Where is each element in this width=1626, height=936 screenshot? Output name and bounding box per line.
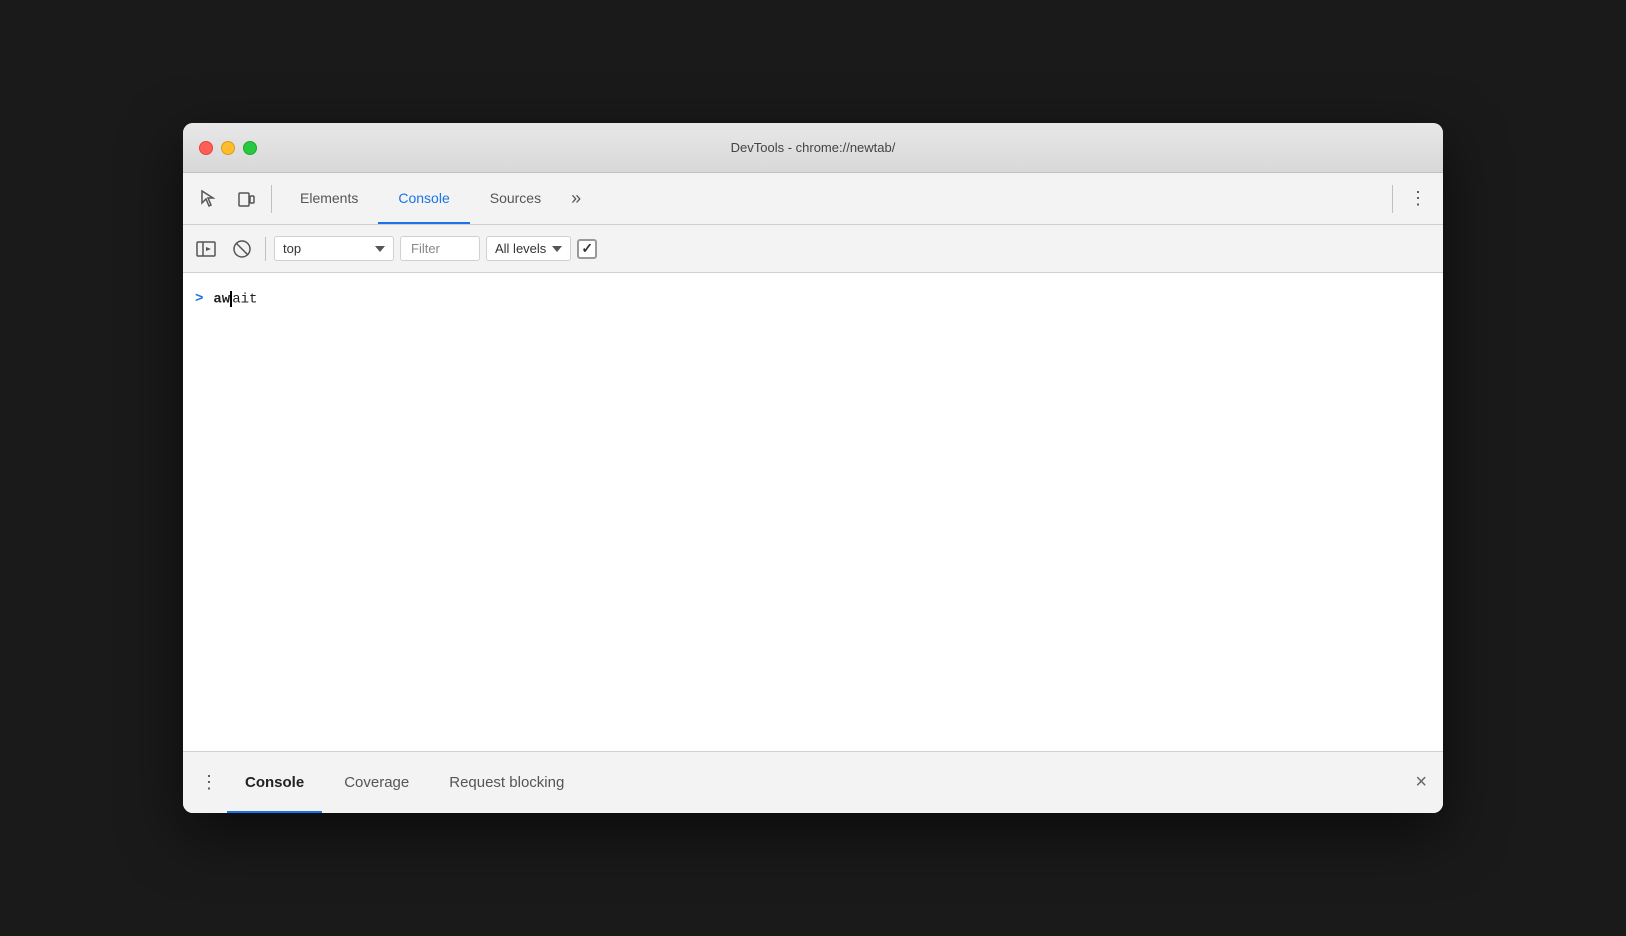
close-button[interactable] [199, 141, 213, 155]
console-text-bold: aw [213, 291, 230, 307]
bottom-panel: ⋮ Console Coverage Request blocking × [183, 751, 1443, 813]
chevron-down-icon [375, 246, 385, 252]
minimize-button[interactable] [221, 141, 235, 155]
console-input-line[interactable]: > await [183, 281, 1443, 317]
devtools-menu-button[interactable]: ⋮ [1401, 182, 1435, 216]
sidebar-toggle-button[interactable] [191, 234, 221, 264]
console-text-normal: ait [232, 291, 257, 307]
device-toolbar-button[interactable] [229, 182, 263, 216]
devtools-window: DevTools - chrome://newtab/ Elem [183, 123, 1443, 813]
traffic-lights [199, 141, 257, 155]
bottom-panel-menu-button[interactable]: ⋮ [195, 769, 223, 797]
inspect-element-button[interactable] [191, 182, 225, 216]
chevron-down-icon [552, 246, 562, 252]
console-toolbar: top Filter All levels ✓ [183, 225, 1443, 273]
console-prompt[interactable]: > [195, 291, 203, 307]
toolbar-divider [271, 185, 272, 213]
console-content[interactable]: > await [183, 273, 1443, 751]
tab-elements[interactable]: Elements [280, 173, 378, 224]
tab-toolbar-separator [1392, 185, 1393, 213]
console-input-text[interactable]: await [213, 291, 257, 308]
top-toolbar: Elements Console Sources » ⋮ [183, 173, 1443, 225]
bottom-tab-coverage[interactable]: Coverage [326, 752, 427, 813]
devtools-panel: Elements Console Sources » ⋮ [183, 173, 1443, 813]
clear-icon [232, 239, 252, 259]
cursor-icon [198, 189, 218, 209]
hide-network-checkbox[interactable]: ✓ [577, 239, 597, 259]
context-selector[interactable]: top [274, 236, 394, 261]
maximize-button[interactable] [243, 141, 257, 155]
tab-list: Elements Console Sources » [280, 173, 1384, 224]
bottom-tab-console[interactable]: Console [227, 752, 322, 813]
filter-input[interactable]: Filter [400, 236, 480, 261]
tab-console[interactable]: Console [378, 173, 469, 224]
console-toolbar-divider [265, 237, 266, 261]
window-title: DevTools - chrome://newtab/ [731, 140, 896, 155]
more-tabs-button[interactable]: » [561, 173, 591, 224]
bottom-tab-request-blocking[interactable]: Request blocking [431, 752, 582, 813]
sidebar-icon [195, 238, 217, 260]
tab-sources[interactable]: Sources [470, 173, 561, 224]
log-level-selector[interactable]: All levels [486, 236, 571, 261]
device-icon [236, 189, 256, 209]
close-bottom-panel-button[interactable]: × [1415, 771, 1427, 794]
title-bar: DevTools - chrome://newtab/ [183, 123, 1443, 173]
clear-console-button[interactable] [227, 234, 257, 264]
